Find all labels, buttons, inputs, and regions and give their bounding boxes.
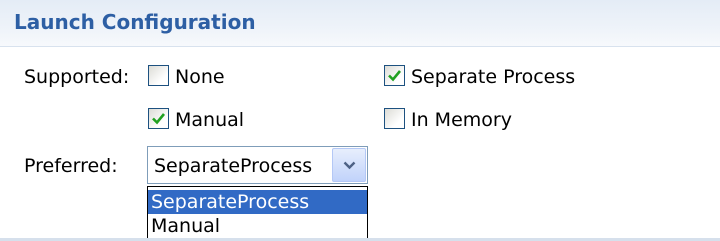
preferred-dropdown-list: SeparateProcess Manual — [147, 186, 368, 241]
in-memory-checkbox[interactable] — [384, 108, 405, 129]
manual-checkbox[interactable] — [148, 108, 169, 129]
checkmark-icon — [152, 113, 166, 125]
preferred-selected-value: SeparateProcess — [154, 155, 313, 177]
none-checkbox[interactable] — [148, 65, 169, 86]
section-title: Launch Configuration — [14, 10, 256, 34]
dropdown-option-manual[interactable]: Manual — [148, 214, 367, 238]
dropdown-option-separateprocess[interactable]: SeparateProcess — [148, 190, 367, 214]
dropdown-button[interactable] — [332, 148, 366, 182]
preferred-label: Preferred: — [24, 155, 118, 177]
preferred-select[interactable]: SeparateProcess — [147, 146, 368, 184]
separate-process-label[interactable]: Separate Process — [411, 66, 575, 88]
in-memory-label[interactable]: In Memory — [411, 109, 512, 131]
supported-label: Supported: — [24, 66, 130, 88]
none-label[interactable]: None — [175, 66, 225, 88]
separate-process-checkbox[interactable] — [384, 65, 405, 86]
chevron-down-icon — [343, 161, 356, 170]
manual-label[interactable]: Manual — [175, 109, 244, 131]
checkmark-icon — [388, 70, 402, 82]
section-header: Launch Configuration — [0, 0, 720, 47]
